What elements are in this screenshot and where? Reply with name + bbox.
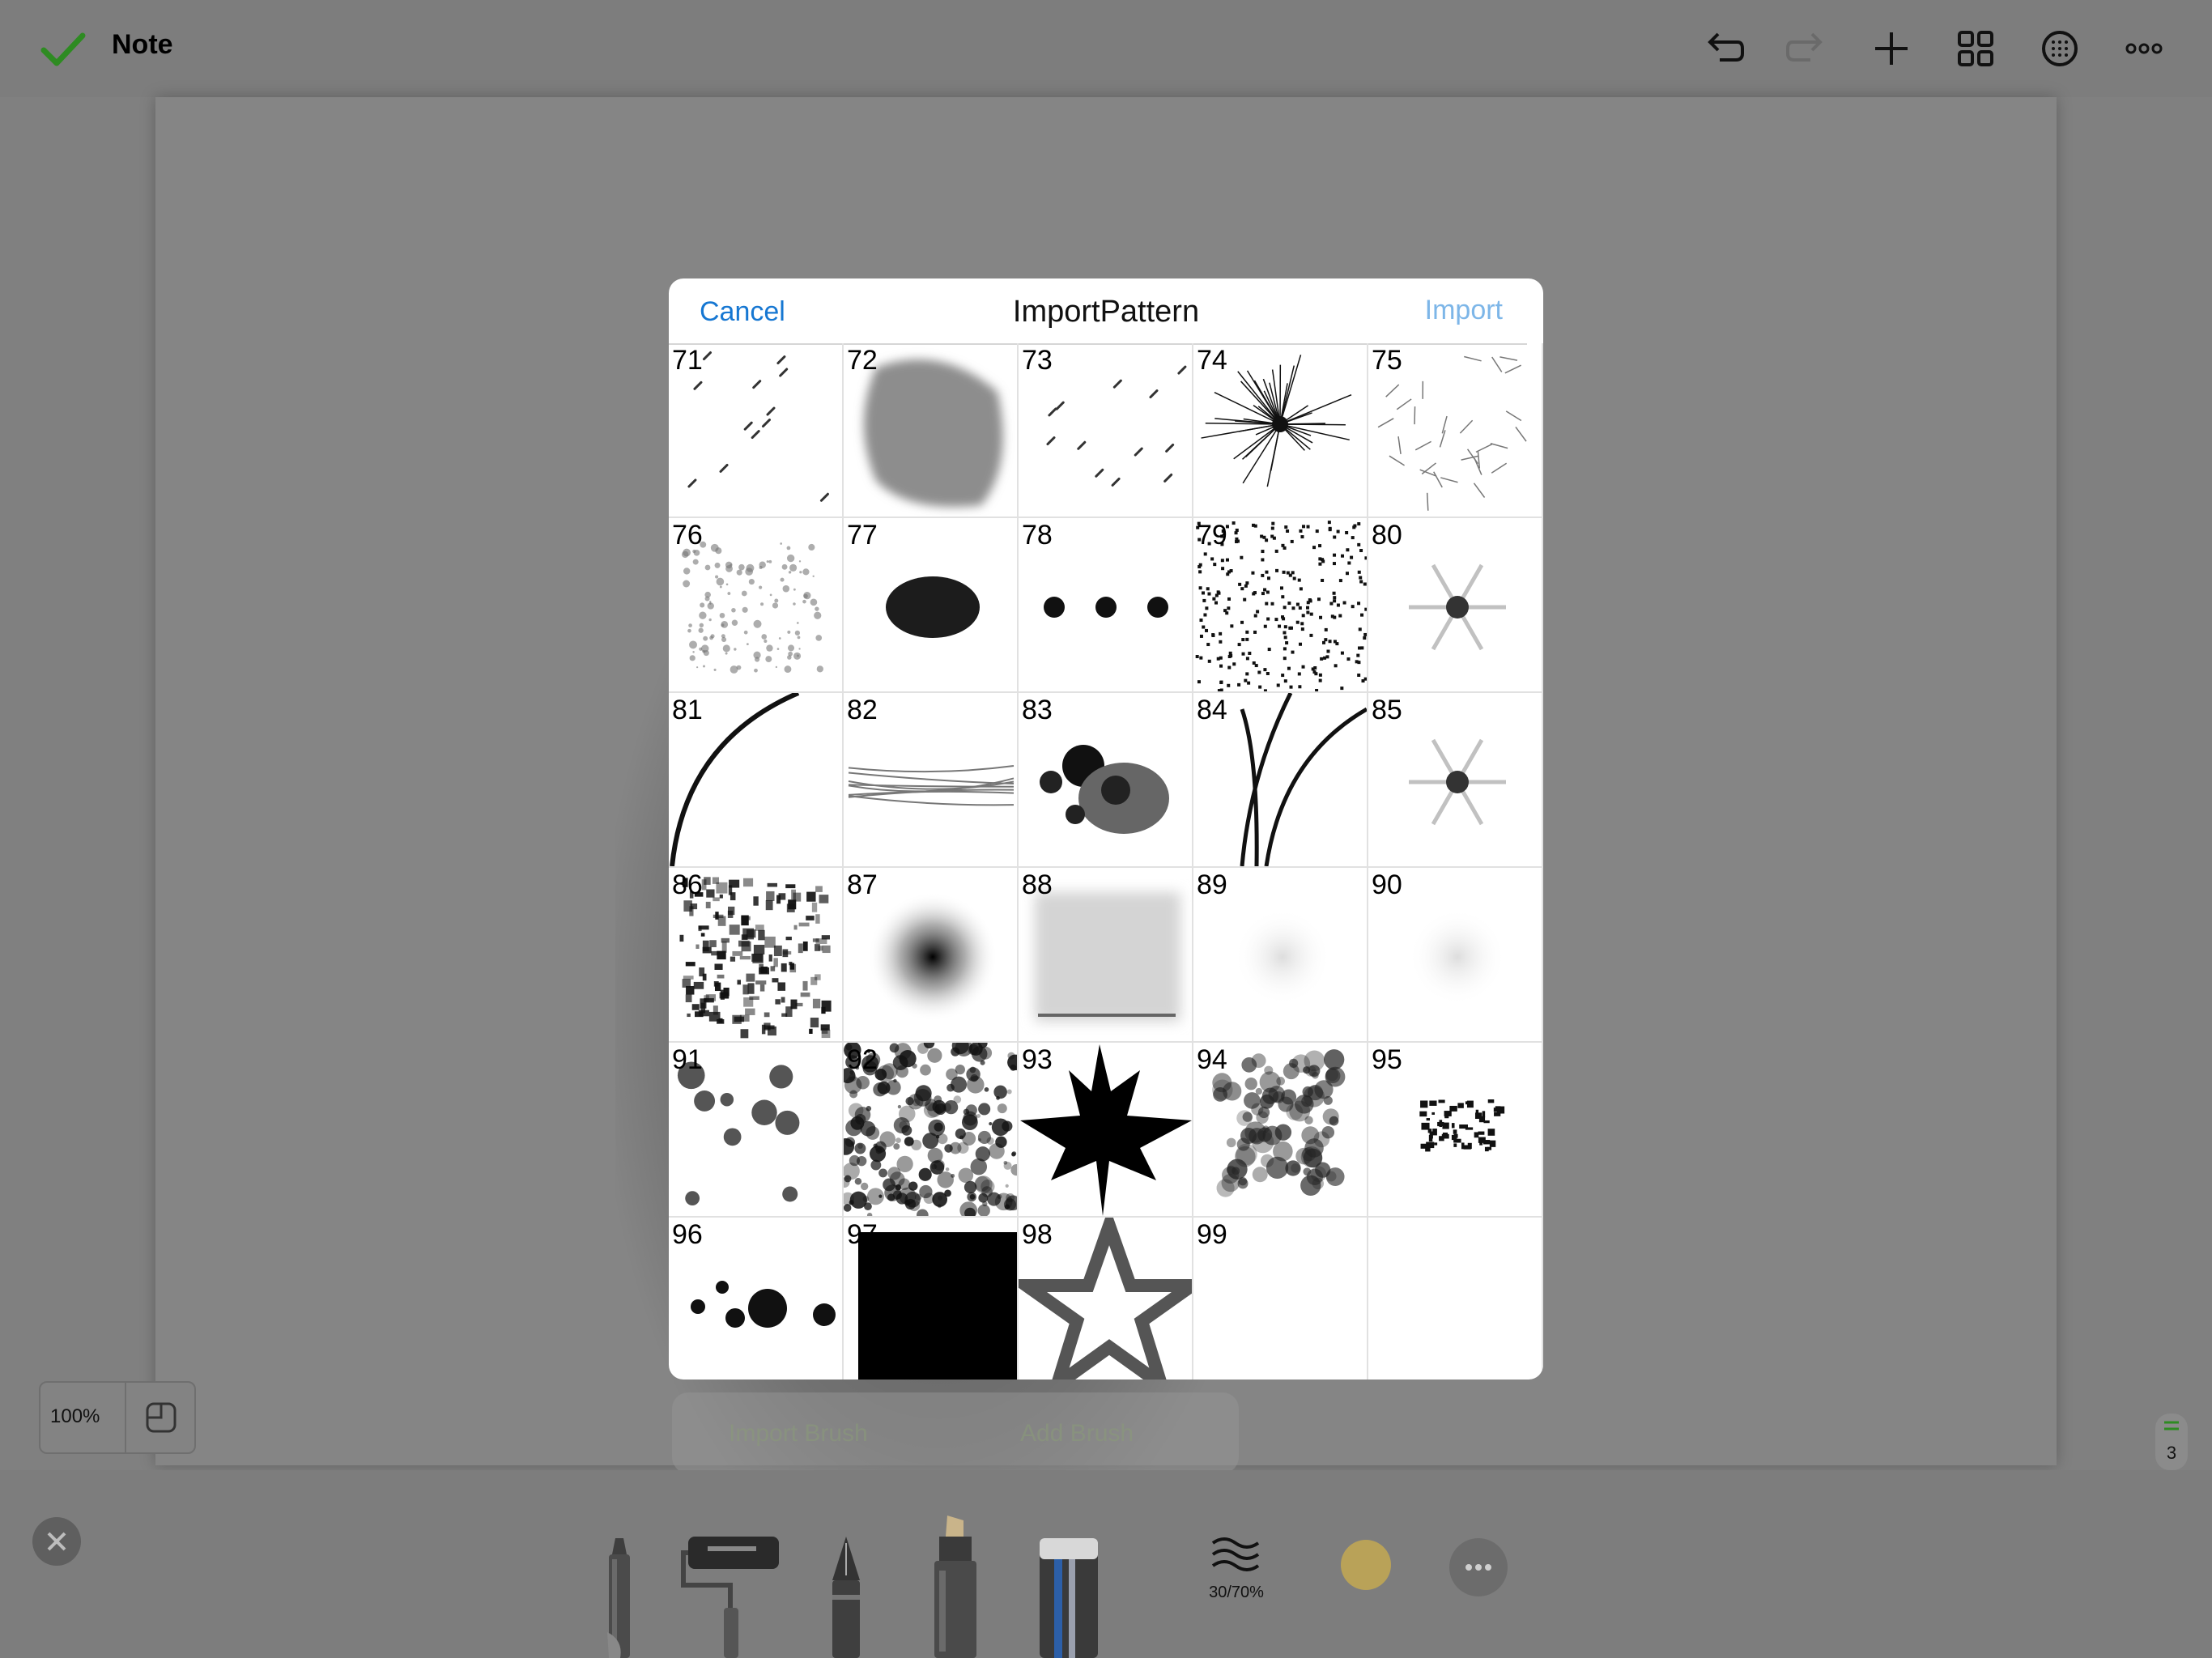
fit-page-icon[interactable] (141, 1397, 181, 1438)
grid-icon[interactable] (1951, 24, 2000, 73)
pattern-number: 87 (847, 869, 878, 900)
pattern-cell[interactable]: 87 (844, 868, 1019, 1043)
bottom-toolbar (0, 1470, 2212, 1658)
pattern-number: 96 (672, 1219, 703, 1250)
pattern-number: 88 (1022, 869, 1053, 900)
paint-roller-tool[interactable] (680, 1535, 785, 1658)
brush-size-opacity[interactable]: 30/70% (1200, 1584, 1273, 1602)
pattern-cell[interactable]: 86 (669, 868, 844, 1043)
pattern-cell[interactable]: 77 (844, 518, 1019, 693)
pattern-number: 95 (1372, 1044, 1402, 1075)
pattern-cell[interactable]: 90 (1368, 868, 1543, 1043)
pattern-number: 99 (1197, 1219, 1227, 1250)
pattern-cell[interactable]: 95 (1368, 1043, 1543, 1218)
pattern-cell[interactable]: 82 (844, 693, 1019, 868)
eraser-tool[interactable] (1036, 1533, 1101, 1658)
page-number: 3 (2166, 1443, 2177, 1463)
pattern-number: 71 (672, 345, 703, 376)
pattern-number: 85 (1372, 695, 1402, 725)
page-title: Note (112, 29, 173, 60)
brush-settings-icon[interactable] (1208, 1532, 1265, 1580)
color-picker-button[interactable] (1341, 1540, 1391, 1590)
pattern-number: 80 (1372, 520, 1402, 551)
more-tools-button[interactable] (1449, 1538, 1508, 1596)
fountain-pen-tool[interactable] (818, 1535, 874, 1658)
pattern-cell[interactable]: 75 (1368, 343, 1543, 518)
pages-icon (2164, 1421, 2179, 1431)
pattern-number: 72 (847, 345, 878, 376)
pattern-cell[interactable]: 99 (1193, 1218, 1368, 1380)
pattern-cell[interactable]: 83 (1019, 693, 1193, 868)
pattern-cell[interactable]: 97 (844, 1218, 1019, 1380)
pattern-number: 89 (1197, 869, 1227, 900)
import-brush-label: Import Brush (729, 1420, 868, 1447)
pattern-cell[interactable]: 92 (844, 1043, 1019, 1218)
pattern-cell[interactable]: 76 (669, 518, 844, 693)
import-pattern-dialog: Cancel ImportPattern Import 71 72 73 74 75 76… (669, 278, 1543, 1380)
pattern-number: 74 (1197, 345, 1227, 376)
pattern-grid: 71 72 73 74 75 76 77 78 79 80 81 82 83 84 85 86 87 88 89 90… (669, 343, 1543, 1380)
pattern-number: 97 (847, 1219, 878, 1250)
pattern-cell[interactable]: 73 (1019, 343, 1193, 518)
pattern-cell[interactable]: 81 (669, 693, 844, 868)
pattern-number: 75 (1372, 345, 1402, 376)
pattern-cell[interactable]: 74 (1193, 343, 1368, 518)
pattern-cell[interactable]: 84 (1193, 693, 1368, 868)
pattern-cell[interactable]: 72 (844, 343, 1019, 518)
pattern-cell[interactable]: 98 (1019, 1218, 1193, 1380)
pattern-number: 98 (1022, 1219, 1053, 1250)
zoom-divider (125, 1383, 126, 1452)
pattern-number: 73 (1022, 345, 1053, 376)
pattern-cell[interactable]: 85 (1368, 693, 1543, 868)
pattern-cell[interactable]: 71 (669, 343, 844, 518)
pattern-cell[interactable]: 94 (1193, 1043, 1368, 1218)
pattern-number: 94 (1197, 1044, 1227, 1075)
import-button[interactable]: Import (1425, 295, 1503, 326)
pattern-number: 93 (1022, 1044, 1053, 1075)
pattern-number: 92 (847, 1044, 878, 1075)
zoom-control[interactable]: 100% (39, 1381, 196, 1454)
pattern-cell[interactable]: 78 (1019, 518, 1193, 693)
page-indicator[interactable]: 3 (2155, 1414, 2188, 1470)
pattern-cell[interactable]: 93 (1019, 1043, 1193, 1218)
pattern-number: 84 (1197, 695, 1227, 725)
empty-pattern-icon (1368, 1218, 1542, 1380)
undo-icon[interactable] (1699, 24, 1747, 73)
pattern-number: 81 (672, 695, 703, 725)
more-icon[interactable] (2120, 24, 2168, 73)
pattern-cell (1368, 1218, 1543, 1380)
checkmark-icon[interactable] (39, 29, 87, 70)
pattern-cell[interactable]: 96 (669, 1218, 844, 1380)
dialog-header: Cancel ImportPattern Import (669, 278, 1543, 343)
redo-icon[interactable] (1783, 24, 1831, 73)
pattern-number: 78 (1022, 520, 1053, 551)
pattern-number: 86 (672, 869, 703, 900)
pattern-cell[interactable]: 80 (1368, 518, 1543, 693)
highlighter-tool[interactable] (923, 1514, 988, 1658)
marker-tool[interactable] (591, 1535, 648, 1658)
close-icon (47, 1532, 66, 1551)
top-toolbar: Note (0, 0, 2212, 97)
pattern-number: 90 (1372, 869, 1402, 900)
zoom-level: 100% (50, 1405, 100, 1427)
pattern-cell[interactable]: 91 (669, 1043, 844, 1218)
pattern-number: 76 (672, 520, 703, 551)
ellipsis-icon (1465, 1564, 1491, 1571)
pattern-cell[interactable]: 88 (1019, 868, 1193, 1043)
pattern-cell[interactable]: 89 (1193, 868, 1368, 1043)
close-toolbar-button[interactable] (32, 1517, 81, 1566)
pattern-number: 82 (847, 695, 878, 725)
texture-icon[interactable] (2035, 24, 2084, 73)
pattern-number: 83 (1022, 695, 1053, 725)
pattern-number: 91 (672, 1044, 703, 1075)
plus-icon[interactable] (1867, 24, 1916, 73)
add-brush-label: Add Brush (1020, 1420, 1134, 1447)
pattern-number: 77 (847, 520, 878, 551)
dialog-title: ImportPattern (1012, 295, 1200, 329)
brush-menu-background: Import Brush Add Brush (672, 1392, 1239, 1473)
pattern-cell[interactable]: 79 (1193, 518, 1368, 693)
pattern-number: 79 (1197, 520, 1227, 551)
